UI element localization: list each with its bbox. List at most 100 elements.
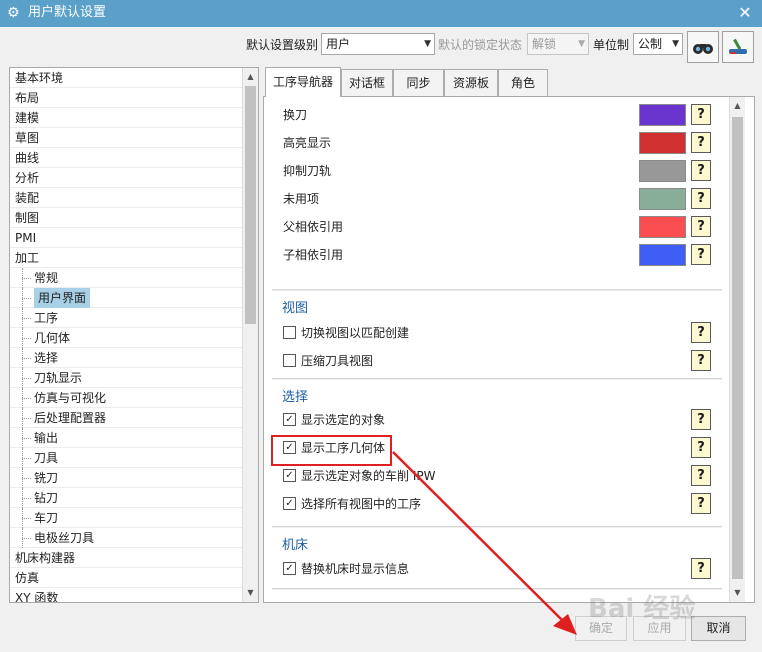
tree-item[interactable]: 曲线 [10,148,242,168]
unit-select[interactable]: 公制 ▼ [633,33,683,55]
checkbox-label: 替换机床时显示信息 [301,562,410,576]
scroll-down-icon[interactable]: ▼ [730,585,745,601]
checkbox-setting-row: 切换视图以匹配创建? [272,319,722,347]
tree-item[interactable]: 分析 [10,168,242,188]
color-swatch-button[interactable] [639,104,686,126]
tree-item[interactable]: 仿真 [10,568,242,588]
help-icon[interactable]: ? [691,244,711,265]
color-swatch-button[interactable] [639,188,686,210]
scroll-up-icon[interactable]: ▲ [730,98,745,114]
tree-item-label: 布局 [15,91,40,105]
help-icon[interactable]: ? [691,132,711,153]
setting-checkbox[interactable]: ✓ [283,562,296,575]
help-icon[interactable]: ? [691,160,711,181]
paint-brush-icon [729,38,747,54]
color-swatch-button[interactable] [639,160,686,182]
color-setting-row: 未用项? [272,185,722,213]
help-icon[interactable]: ? [691,188,711,209]
tree-item[interactable]: 制图 [10,208,242,228]
tree-item-label: XY 函数 [15,591,59,603]
color-swatch-button[interactable] [639,244,686,266]
find-button[interactable] [687,31,719,63]
color-setting-row: 子相依引用? [272,241,722,269]
setting-checkbox[interactable]: ✓ [283,497,296,510]
tree-child-item[interactable]: 用户界面 [10,288,242,308]
tree-scroll-thumb[interactable] [245,86,256,324]
settings-scroll-thumb[interactable] [732,117,743,579]
close-button[interactable]: ✕ [736,3,754,23]
tree-child-item[interactable]: 仿真与可视化 [10,388,242,408]
chevron-down-icon: ▼ [578,39,585,49]
category-tree: 基本环境布局建模草图 曲线 分析 装配 制图 PMI 加工常规 用户界面 工序几何体选择刀轨显示… [9,67,259,603]
help-icon[interactable]: ? [691,437,711,458]
tree-item[interactable]: 建模 [10,108,242,128]
cancel-button[interactable]: 取消 [691,616,746,641]
annotation-arrow-head [553,614,577,635]
tab-role[interactable]: 角色 [498,69,548,96]
tree-child-item[interactable]: 电极丝刀具 [10,528,242,548]
tree-item-label: 加工 [15,251,40,265]
help-icon[interactable]: ? [691,350,711,371]
tree-item-label: 刀轨显示 [34,371,83,385]
tree-item-label: 仿真与可视化 [34,391,107,405]
level-select-value: 用户 [326,37,351,51]
section-machine-title: 机床 [282,538,309,553]
help-icon[interactable]: ? [691,409,711,430]
setting-checkbox[interactable]: ✓ [283,469,296,482]
help-icon[interactable]: ? [691,322,711,343]
help-icon[interactable]: ? [691,104,711,125]
tree-child-item[interactable]: 铣刀 [10,468,242,488]
color-setting-label: 抑制刀轨 [283,164,332,178]
help-icon[interactable]: ? [691,216,711,237]
setting-checkbox[interactable] [283,326,296,339]
chevron-down-icon: ▼ [424,39,431,49]
color-setting-row: 换刀? [272,101,722,129]
color-swatch-button[interactable] [639,216,686,238]
tree-child-item[interactable]: 钻刀 [10,488,242,508]
tree-item[interactable]: 草图 [10,128,242,148]
scroll-down-icon[interactable]: ▼ [243,585,258,601]
annotation-highlight-box [271,435,392,466]
checkbox-label: 压缩刀具视图 [301,354,374,368]
tree-item-label: 机床构建器 [15,551,76,565]
settings-scrollbar[interactable]: ▲ ▼ [729,97,745,602]
tree-item[interactable]: XY 函数 [10,588,242,603]
tree-item[interactable]: PMI [10,228,242,248]
tree-item[interactable]: 基本环境 [10,68,242,88]
lock-select-value: 解锁 [532,37,557,51]
help-icon[interactable]: ? [691,558,711,579]
tree-child-item[interactable]: 工序 [10,308,242,328]
tree-item-label: 几何体 [34,331,71,345]
tree-child-item[interactable]: 选择 [10,348,242,368]
tree-item[interactable]: 布局 [10,88,242,108]
tree-item-label: 用户界面 [34,288,91,308]
setting-checkbox[interactable] [283,354,296,367]
tree-item-label: 建模 [15,111,40,125]
help-icon[interactable]: ? [691,493,711,514]
tab-sync[interactable]: 同步 [393,69,444,96]
help-icon[interactable]: ? [691,465,711,486]
tree-scrollbar[interactable]: ▲ ▼ [242,68,258,602]
tree-child-item[interactable]: 常规 [10,268,242,288]
section-select-title: 选择 [282,390,309,405]
tree-child-item[interactable]: 刀具 [10,448,242,468]
tree-item[interactable]: 装配 [10,188,242,208]
tree-item-label: 钻刀 [34,491,59,505]
tree-child-item[interactable]: 几何体 [10,328,242,348]
tab-resource-bar[interactable]: 资源板 [444,69,498,96]
color-setting-row: 抑制刀轨? [272,157,722,185]
tree-item[interactable]: 机床构建器 [10,548,242,568]
checkbox-label: 选择所有视图中的工序 [301,497,422,511]
tree-child-item[interactable]: 车刀 [10,508,242,528]
customize-button[interactable] [722,31,754,63]
tab-operation-navigator[interactable]: 工序导航器 [265,67,341,97]
tab-dialog[interactable]: 对话框 [341,69,393,96]
level-select[interactable]: 用户 ▼ [321,33,435,55]
tree-child-item[interactable]: 刀轨显示 [10,368,242,388]
scroll-up-icon[interactable]: ▲ [243,69,258,85]
tree-child-item[interactable]: 输出 [10,428,242,448]
color-swatch-button[interactable] [639,132,686,154]
tree-child-item[interactable]: 后处理配置器 [10,408,242,428]
setting-checkbox[interactable]: ✓ [283,413,296,426]
tree-item[interactable]: 加工 [10,248,242,268]
